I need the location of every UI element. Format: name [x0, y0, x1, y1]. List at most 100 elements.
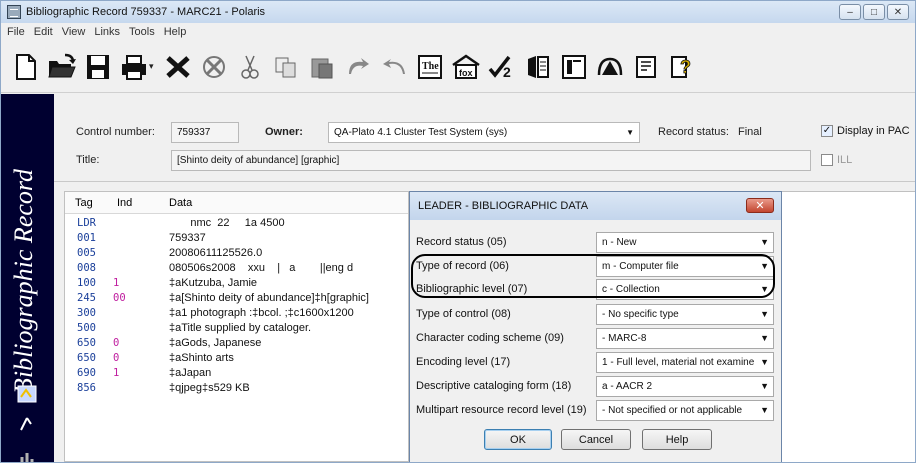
table-row[interactable]: 650 0 ‡aGods, Japanese [65, 337, 408, 352]
display-in-pac-checkbox[interactable]: ✓ Display in PAC [821, 125, 910, 137]
table-row[interactable]: 500 ‡aTitle supplied by cataloger. [65, 322, 408, 337]
owner-select[interactable]: QA-Plato 4.1 Cluster Test System (sys) ▼ [328, 122, 640, 143]
menu-edit[interactable]: Edit [34, 26, 53, 38]
window-controls: – □ ✕ [839, 4, 909, 20]
link-arrow-icon[interactable] [16, 414, 38, 434]
bib-record-icon[interactable] [16, 384, 38, 404]
field-bibliographic-level: Bibliographic level (07) c - Collection ▼ [410, 279, 783, 301]
chart-icon[interactable] [16, 446, 38, 462]
record-icon[interactable] [523, 49, 553, 85]
chevron-down-icon: ▼ [758, 233, 769, 252]
chevron-down-icon: ▼ [626, 128, 634, 137]
svg-text:fox: fox [459, 68, 473, 78]
open-folder-icon[interactable] [47, 49, 77, 85]
save-icon[interactable] [83, 49, 113, 85]
field-label: Type of control (08) [416, 308, 511, 320]
toolbar: ▾ The fox 2 ? [1, 41, 915, 93]
encoding-level-select[interactable]: 1 - Full level, material not examine ▼ [596, 352, 774, 373]
cancel-icon[interactable] [199, 49, 229, 85]
left-band: Bibliographic Record [1, 94, 54, 462]
maximize-button[interactable]: □ [863, 4, 885, 20]
record-header: Control number: 759337 Owner: QA-Plato 4… [54, 94, 915, 182]
redo-icon[interactable] [379, 49, 409, 85]
record-status-select[interactable]: n - New ▼ [596, 232, 774, 253]
svg-text:The: The [422, 61, 439, 72]
field-type-of-control: Type of control (08) - No specific type ▼ [410, 304, 783, 326]
bibliographic-level-select[interactable]: c - Collection ▼ [596, 279, 774, 300]
chevron-down-icon: ▼ [758, 305, 769, 324]
svg-text:2: 2 [503, 64, 511, 80]
paste-icon[interactable] [307, 49, 337, 85]
owner-label: Owner: [265, 126, 303, 138]
multipart-level-select[interactable]: - Not specified or not applicable ▼ [596, 400, 774, 421]
cut-icon[interactable] [235, 49, 265, 85]
link-icon[interactable] [559, 49, 589, 85]
title-bar: Bibliographic Record 759337 - MARC21 - P… [1, 1, 915, 23]
preferences-icon[interactable] [631, 49, 661, 85]
find-icon[interactable]: fox [451, 49, 481, 85]
ill-checkbox[interactable]: ILL [821, 154, 852, 166]
table-row[interactable]: 690 1 ‡aJapan [65, 367, 408, 382]
field-cataloging-form: Descriptive cataloging form (18) a - AAC… [410, 376, 783, 398]
column-tag[interactable]: Tag [75, 197, 93, 209]
table-row[interactable]: 300 ‡a1 photograph :‡bcol. ;‡c1600x1200 [65, 307, 408, 322]
menu-file[interactable]: File [7, 26, 25, 38]
table-row[interactable]: 245 00 ‡a[Shinto deity of abundance]‡h[gra… [65, 292, 408, 307]
polaris-window: Bibliographic Record 759337 - MARC21 - P… [0, 0, 916, 463]
table-row[interactable]: 008 080506s2008 xxu | a ||eng d [65, 262, 408, 277]
menu-view[interactable]: View [62, 26, 86, 38]
copy-icon[interactable] [271, 49, 301, 85]
help-button[interactable]: Help [642, 429, 712, 450]
dialog-close-button[interactable]: ✕ [746, 198, 774, 213]
app-record-icon [7, 5, 21, 19]
record-status-value: Final [738, 126, 762, 138]
cataloging-form-select[interactable]: a - AACR 2 ▼ [596, 376, 774, 397]
table-row[interactable]: 001 759337 [65, 232, 408, 247]
validate-icon[interactable] [595, 49, 625, 85]
menu-tools[interactable]: Tools [129, 26, 155, 38]
thesaurus-icon[interactable]: The [415, 49, 445, 85]
leader-dialog: LEADER - BIBLIOGRAPHIC DATA ✕ Record sta… [409, 191, 783, 462]
print-dropdown-arrow[interactable]: ▾ [149, 61, 159, 72]
authority-icon[interactable]: 2 [487, 49, 517, 85]
field-type-of-record: Type of record (06) m - Computer file ▼ [410, 256, 783, 278]
help-icon[interactable]: ? [667, 49, 697, 85]
band-title: Bibliographic Record [9, 168, 38, 394]
window-title: Bibliographic Record 759337 - MARC21 - P… [26, 6, 266, 18]
undo-icon[interactable] [343, 49, 373, 85]
grid-body: LDR nmc 22 1a 4500 001 759337 005 20080611… [65, 214, 408, 397]
character-coding-select[interactable]: - MARC-8 ▼ [596, 328, 774, 349]
new-doc-icon[interactable] [11, 49, 41, 85]
type-of-record-select[interactable]: m - Computer file ▼ [596, 256, 774, 277]
table-row[interactable]: 856 ‡qjpeg‡s529 KB [65, 382, 408, 397]
ill-check-box [821, 154, 833, 166]
record-status-label: Record status: [658, 126, 729, 138]
close-window-button[interactable]: ✕ [887, 4, 909, 20]
cancel-button[interactable]: Cancel [561, 429, 631, 450]
menu-links[interactable]: Links [94, 26, 120, 38]
table-row[interactable]: 005 20080611125526.0 [65, 247, 408, 262]
delete-icon[interactable] [163, 49, 193, 85]
field-label: Bibliographic level (07) [416, 283, 528, 295]
table-row[interactable]: LDR nmc 22 1a 4500 [65, 217, 408, 232]
marc-grid: Tag Ind Data LDR nmc 22 1a 4500 001 75933… [64, 191, 409, 462]
field-label: Encoding level (17) [416, 356, 511, 368]
type-of-control-select[interactable]: - No specific type ▼ [596, 304, 774, 325]
dialog-title: LEADER - BIBLIOGRAPHIC DATA [410, 192, 781, 220]
control-number-label: Control number: [76, 126, 155, 138]
chevron-down-icon: ▼ [758, 401, 769, 420]
table-row[interactable]: 650 0 ‡aShinto arts [65, 352, 408, 367]
field-label: Character coding scheme (09) [416, 332, 564, 344]
ill-label: ILL [837, 154, 853, 166]
minimize-button[interactable]: – [839, 4, 861, 20]
chevron-down-icon: ▼ [758, 353, 769, 372]
table-row[interactable]: 100 1 ‡aKutzuba, Jamie [65, 277, 408, 292]
print-icon[interactable] [119, 49, 149, 85]
ok-button[interactable]: OK [484, 429, 552, 450]
menu-help[interactable]: Help [164, 26, 187, 38]
title-label: Title: [76, 154, 100, 166]
column-data[interactable]: Data [169, 197, 192, 209]
svg-text:?: ? [680, 57, 691, 77]
column-ind[interactable]: Ind [117, 197, 132, 209]
grid-right-area [769, 191, 915, 462]
